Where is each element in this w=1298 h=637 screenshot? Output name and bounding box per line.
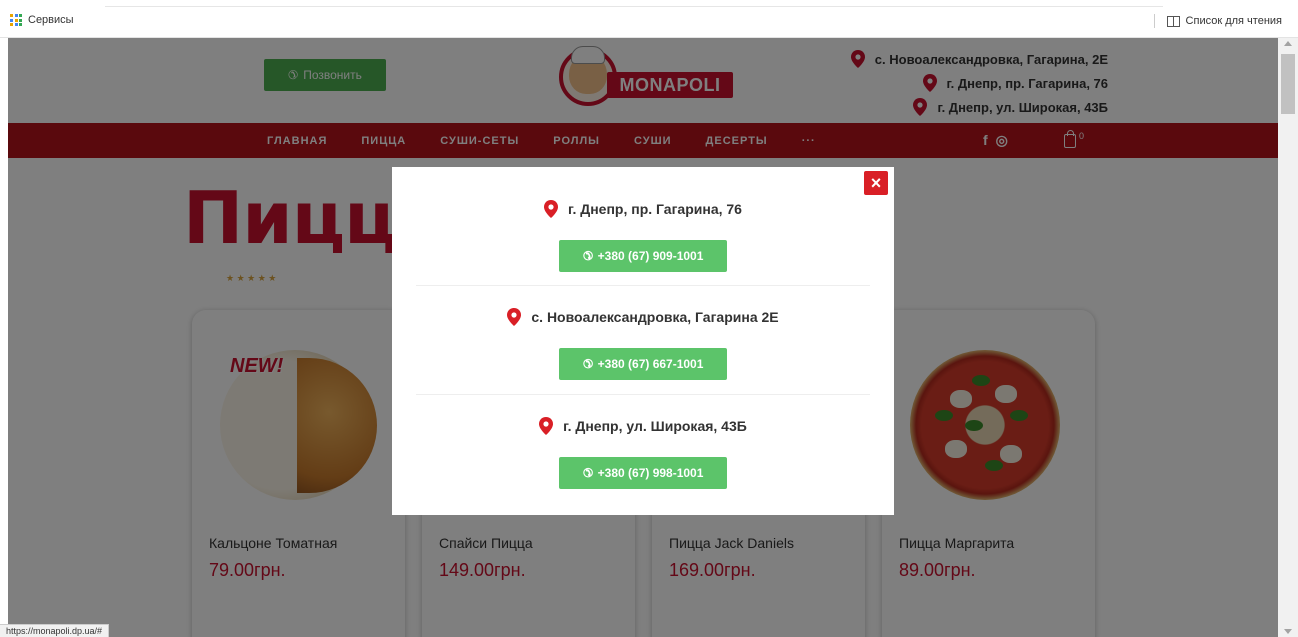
map-pin-icon (539, 417, 554, 435)
phone-number: +380 (67) 667-1001 (597, 357, 704, 371)
reading-list-label: Список для чтения (1185, 15, 1282, 27)
apps-grid-icon (10, 14, 22, 26)
apps-label: Сервисы (28, 14, 74, 26)
phone-icon: ✆ (582, 249, 593, 263)
scroll-down-arrow-icon[interactable] (1284, 629, 1292, 634)
scroll-up-arrow-icon[interactable] (1284, 41, 1292, 46)
branch-item: г. Днепр, ул. Широкая, 43Б ✆ +380 (67) 9… (392, 417, 894, 525)
phone-icon: ✆ (582, 357, 593, 371)
page-scrollbar[interactable] (1278, 38, 1298, 637)
branch-item: г. Днепр, пр. Гагарина, 76 ✆ +380 (67) 9… (392, 200, 894, 308)
status-url: https://monapoli.dp.ua/# (0, 624, 110, 637)
branch-address: г. Днепр, пр. Гагарина, 76 (392, 200, 894, 218)
branch-phones-modal: × г. Днепр, пр. Гагарина, 76 ✆ +380 (67)… (392, 167, 894, 515)
bookmarks-bar: Сервисы Список для чтения (0, 0, 1298, 38)
phone-number: +380 (67) 998-1001 (597, 466, 704, 480)
phone-icon: ✆ (582, 466, 593, 480)
phone-button[interactable]: ✆ +380 (67) 909-1001 (559, 240, 727, 272)
branch-address: с. Новоалександровка, Гагарина 2Е (392, 308, 894, 326)
web-page: ✆ Позвонить MONAPOLI с. Новоалександровк… (8, 38, 1278, 637)
address-bar-edge (105, 6, 1163, 7)
map-pin-icon (507, 308, 522, 326)
close-button[interactable]: × (864, 171, 888, 195)
divider (416, 394, 870, 395)
divider (416, 285, 870, 286)
scroll-thumb[interactable] (1281, 54, 1295, 114)
phone-button[interactable]: ✆ +380 (67) 998-1001 (559, 457, 727, 489)
phone-button[interactable]: ✆ +380 (67) 667-1001 (559, 348, 727, 380)
branch-address-text: с. Новоалександровка, Гагарина 2Е (531, 309, 779, 325)
branch-item: с. Новоалександровка, Гагарина 2Е ✆ +380… (392, 308, 894, 416)
branch-address-text: г. Днепр, пр. Гагарина, 76 (568, 201, 742, 217)
separator (1153, 14, 1155, 28)
reading-list-icon (1166, 15, 1180, 27)
branch-address-text: г. Днепр, ул. Широкая, 43Б (563, 418, 747, 434)
branch-address: г. Днепр, ул. Широкая, 43Б (392, 417, 894, 435)
map-pin-icon (544, 200, 559, 218)
reading-list-button[interactable]: Список для чтения (1153, 14, 1282, 28)
phone-number: +380 (67) 909-1001 (597, 249, 704, 263)
apps-bookmark[interactable]: Сервисы (10, 14, 74, 26)
